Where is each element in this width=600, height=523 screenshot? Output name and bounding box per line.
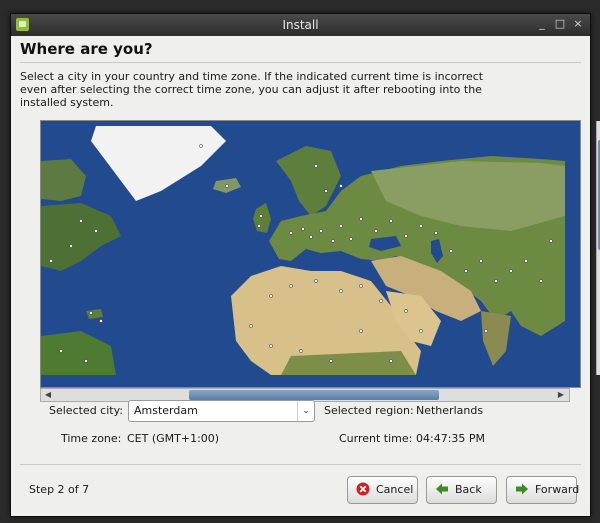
city-combobox[interactable]: Amsterdam ⌄ [128, 400, 315, 422]
city-combobox-value[interactable]: Amsterdam [134, 404, 198, 417]
cancel-icon [356, 482, 370, 496]
current-time-label: Current time: [339, 432, 413, 445]
close-icon[interactable]: × [571, 17, 585, 31]
timezone-label: Time zone: [61, 432, 122, 445]
chevron-down-icon[interactable]: ⌄ [297, 401, 314, 421]
horizontal-scroll-thumb[interactable] [189, 390, 439, 400]
window-title: Install [282, 18, 319, 32]
cancel-button[interactable]: Cancel [347, 476, 418, 504]
back-button-label: Back [455, 483, 482, 496]
selected-region-label: Selected region: [324, 404, 414, 417]
back-button[interactable]: Back [426, 476, 497, 504]
installer-window: Install _ □ × Where are you? Select a ci… [10, 13, 600, 517]
forward-button[interactable]: Forward [506, 476, 580, 504]
selected-region-value: Netherlands [416, 404, 484, 417]
page-description: Select a city in your country and time z… [20, 70, 484, 109]
current-time-value: 04:47:35 PM [416, 432, 486, 445]
title-bar[interactable]: Install _ □ × [11, 14, 590, 36]
divider [20, 62, 581, 63]
scroll-right-icon[interactable]: ▶ [555, 389, 567, 401]
selected-city-label: Selected city: [49, 404, 124, 417]
step-indicator: Step 2 of 7 [29, 483, 90, 496]
forward-arrow-icon [516, 483, 528, 495]
minimize-icon[interactable]: _ [535, 17, 549, 31]
timezone-map[interactable]: ▲ ▼ [40, 120, 600, 388]
page-title: Where are you? [20, 40, 153, 58]
back-arrow-icon [436, 483, 448, 495]
forward-button-label: Forward [535, 483, 580, 496]
map-vertical-scrollbar[interactable]: ▲ ▼ [596, 121, 600, 375]
cancel-button-label: Cancel [376, 483, 414, 496]
world-map-graphic[interactable] [41, 121, 565, 375]
scroll-left-icon[interactable]: ◀ [42, 389, 54, 401]
timezone-value: CET (GMT+1:00) [127, 432, 220, 445]
footer-divider [20, 464, 581, 465]
maximize-icon[interactable]: □ [553, 17, 567, 31]
